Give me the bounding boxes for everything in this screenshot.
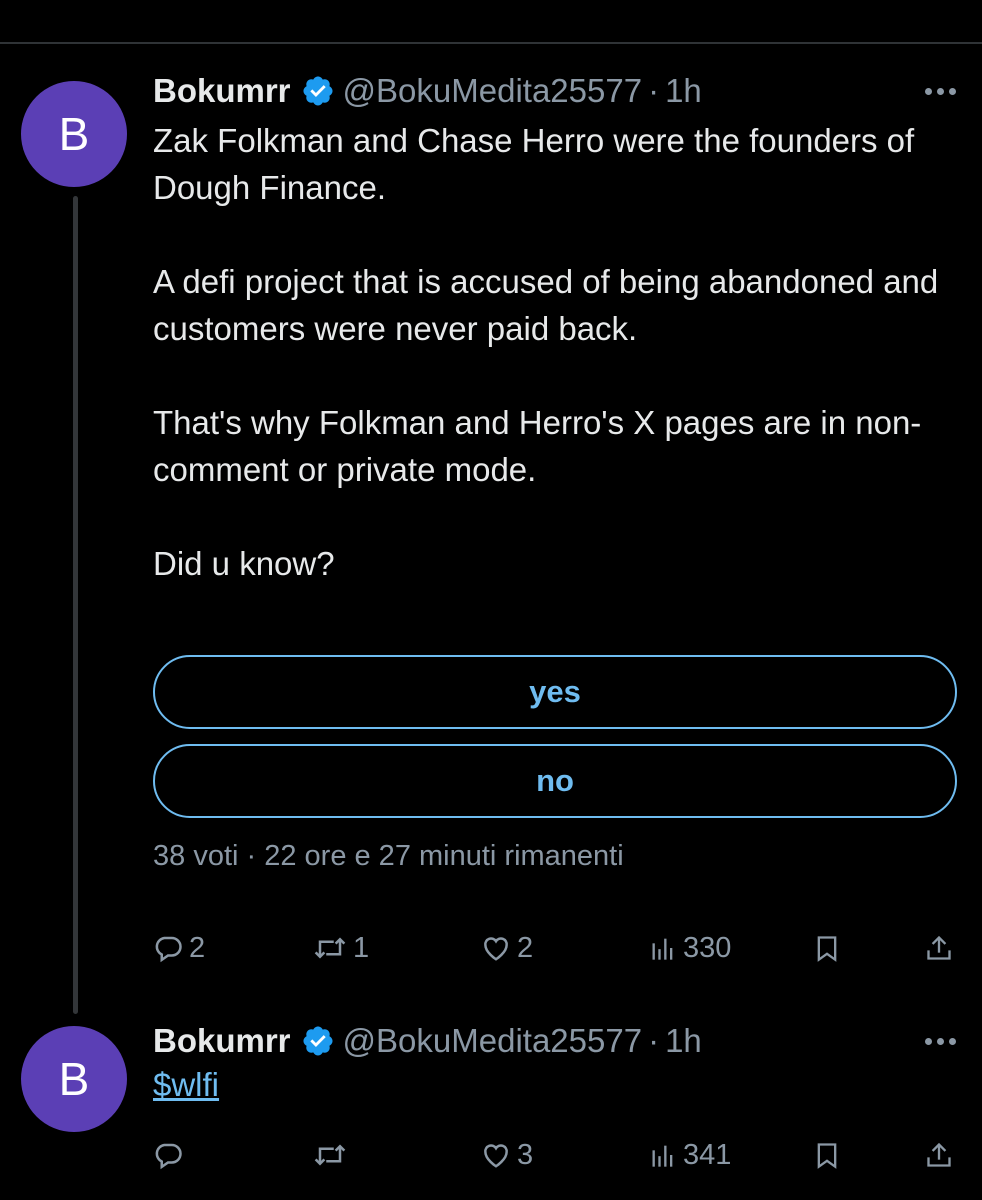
share-button[interactable] [925, 1133, 953, 1177]
reply-icon [155, 1143, 182, 1170]
top-divider [0, 42, 982, 44]
bookmark-button[interactable] [813, 1133, 841, 1177]
display-name[interactable]: Bokumrr [153, 72, 291, 110]
avatar[interactable]: B [21, 1026, 127, 1132]
views-count: 341 [683, 1138, 732, 1171]
tweet-paragraph: That's why Folkman and Herro's X pages a… [153, 404, 922, 488]
timestamp[interactable]: 1h [665, 1022, 702, 1060]
more-horizontal-icon[interactable] [925, 88, 956, 95]
repost-count: 1 [353, 931, 370, 964]
repost-button[interactable]: 1 [313, 926, 369, 970]
tweet-text: Zak Folkman and Chase Herro were the fou… [153, 117, 953, 587]
views-chart-icon [652, 938, 673, 960]
tweet-header: Bokumrr @BokuMedita25577 · 1h [153, 71, 702, 111]
views-button[interactable]: 341 [649, 1133, 731, 1177]
poll-option-yes[interactable]: yes [153, 655, 957, 729]
like-count: 2 [517, 931, 534, 964]
cashtag-link[interactable]: $wlfi [153, 1066, 219, 1104]
thread-connector-line [73, 196, 78, 1014]
views-chart-icon [652, 1145, 673, 1167]
like-button[interactable]: 3 [481, 1133, 533, 1177]
poll-option-no[interactable]: no [153, 744, 957, 818]
handle[interactable]: @BokuMedita25577 [343, 72, 643, 110]
heart-icon [484, 937, 508, 961]
share-icon [927, 935, 951, 960]
avatar[interactable]: B [21, 81, 127, 187]
separator-dot: · [648, 72, 660, 109]
action-bar: 2 1 2 330 [153, 926, 953, 970]
share-icon [927, 1142, 951, 1167]
reply-count: 2 [189, 931, 206, 964]
bookmark-icon [817, 1143, 837, 1169]
timestamp[interactable]: 1h [665, 72, 702, 110]
separator-dot: · [648, 1022, 660, 1059]
tweet-paragraph: A defi project that is accused of being … [153, 263, 939, 347]
reply-button[interactable] [153, 1133, 189, 1177]
display-name[interactable]: Bokumrr [153, 1022, 291, 1060]
handle[interactable]: @BokuMedita25577 [343, 1022, 643, 1060]
action-bar: 3 341 [153, 1133, 953, 1177]
verified-badge-icon [303, 76, 333, 106]
like-button[interactable]: 2 [481, 926, 533, 970]
verified-badge-icon [303, 1026, 333, 1056]
views-count: 330 [683, 931, 732, 964]
repost-button[interactable] [313, 1133, 353, 1177]
tweet-paragraph: Did u know? [153, 545, 335, 582]
like-count: 3 [517, 1138, 534, 1171]
reply-button[interactable]: 2 [153, 926, 205, 970]
views-button[interactable]: 330 [649, 926, 731, 970]
share-button[interactable] [925, 926, 953, 970]
repost-icon [314, 937, 346, 959]
bookmark-icon [817, 936, 837, 962]
poll-meta: 38 voti · 22 ore e 27 minuti rimanenti [153, 840, 624, 872]
more-horizontal-icon[interactable] [925, 1038, 956, 1045]
repost-icon [314, 1144, 346, 1166]
heart-icon [484, 1144, 508, 1168]
tweet-paragraph: Zak Folkman and Chase Herro were the fou… [153, 122, 915, 206]
reply-icon [155, 936, 182, 963]
bookmark-button[interactable] [813, 926, 841, 970]
tweet-header: Bokumrr @BokuMedita25577 · 1h [153, 1021, 702, 1061]
